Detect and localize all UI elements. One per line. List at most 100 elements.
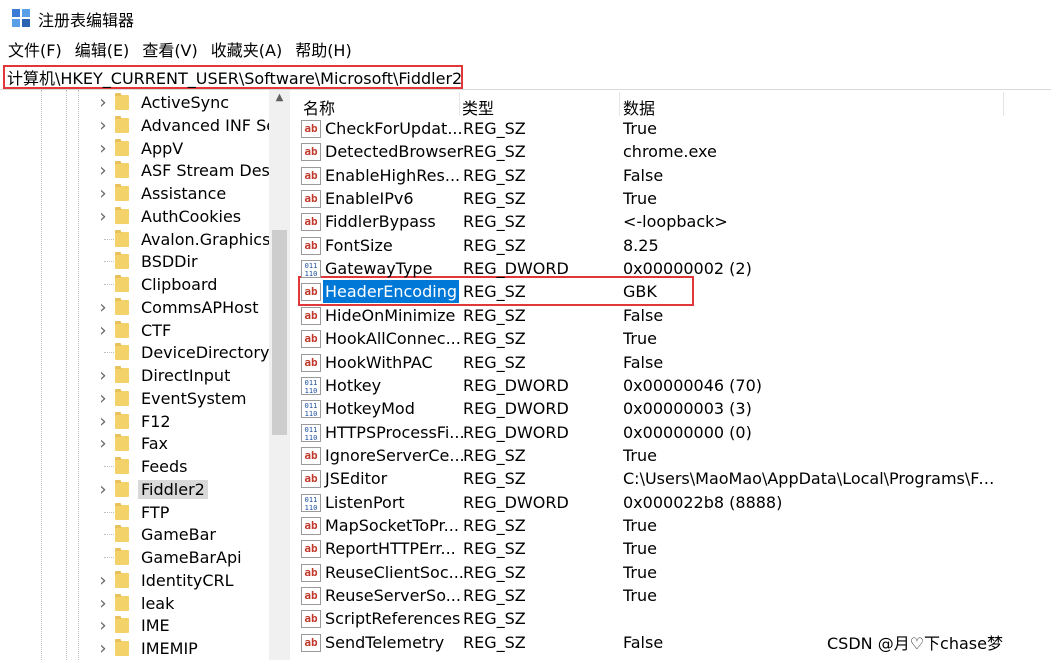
chevron-right-icon[interactable]: ›: [96, 411, 110, 432]
tree-item[interactable]: › F12: [96, 410, 174, 433]
chevron-right-icon[interactable]: ›: [96, 320, 110, 341]
value-row[interactable]: 011 110 HTTPSProcessFi... REG_DWORD 0x000000…: [292, 421, 1051, 444]
value-row[interactable]: ab HookAllConnec... REG_SZ True: [292, 327, 1051, 350]
tree-item[interactable]: › IME: [96, 614, 173, 637]
chevron-right-icon[interactable]: ›: [96, 183, 110, 204]
chevron-right-icon[interactable]: ›: [96, 206, 110, 227]
chevron-right-icon[interactable]: ›: [96, 433, 110, 454]
tree-item[interactable]: › EventSystem: [96, 387, 250, 410]
value-row[interactable]: ab FiddlerBypass REG_SZ <-loopback>: [292, 210, 1051, 233]
value-row[interactable]: ab HideOnMinimize REG_SZ False: [292, 304, 1051, 327]
string-value-icon: ab: [301, 633, 321, 652]
chevron-right-icon[interactable]: ›: [96, 638, 110, 659]
value-data: True: [623, 329, 657, 349]
value-type: REG_SZ: [463, 142, 526, 162]
value-row[interactable]: ab EnableHighRes... REG_SZ False: [292, 164, 1051, 187]
address-bar[interactable]: 计算机\HKEY_CURRENT_USER\Software\Microsoft…: [3, 65, 463, 89]
tree-item[interactable]: › ActiveSync: [96, 91, 232, 114]
value-row[interactable]: ab EnableIPv6 REG_SZ True: [292, 187, 1051, 210]
tree-item[interactable]: › IdentityCRL: [96, 569, 237, 592]
tree-item[interactable]: › Fax: [96, 432, 171, 455]
tree-item[interactable]: › IMEMIP: [96, 637, 201, 660]
value-row[interactable]: ab CheckForUpdat... REG_SZ True: [292, 117, 1051, 140]
folder-icon: [115, 138, 129, 156]
value-row[interactable]: 011 110 HotkeyMod REG_DWORD 0x00000003 (3): [292, 397, 1051, 420]
value-row[interactable]: ab ReuseClientSoc... REG_SZ True: [292, 561, 1051, 584]
chevron-right-icon[interactable]: ›: [96, 593, 110, 614]
column-header-name[interactable]: 名称: [303, 95, 335, 119]
registry-editor-icon: [12, 9, 32, 29]
tree-item[interactable]: › Advanced INF Se: [96, 114, 279, 137]
binary-value-icon: 011 110: [301, 423, 321, 442]
value-row[interactable]: ab ScriptReferences REG_SZ: [292, 607, 1051, 630]
value-row[interactable]: 011 110 GatewayType REG_DWORD 0x00000002 (2): [292, 257, 1051, 280]
menu-item[interactable]: 文件(F): [0, 38, 67, 64]
chevron-right-icon[interactable]: ›: [96, 92, 110, 113]
tree-item[interactable]: › DirectInput: [96, 364, 233, 387]
value-row[interactable]: ab ReuseServerSo... REG_SZ True: [292, 584, 1051, 607]
tree-item-label: GameBar: [141, 525, 216, 545]
tree-item-label: Fax: [141, 434, 169, 454]
chevron-right-icon[interactable]: ›: [96, 160, 110, 181]
tree-item-label: IME: [141, 616, 170, 636]
chevron-right-icon[interactable]: ›: [96, 365, 110, 386]
value-type: REG_SZ: [463, 352, 526, 372]
column-header-type[interactable]: 类型: [462, 95, 494, 119]
value-row[interactable]: ab JSEditor REG_SZ C:\Users\MaoMao\AppData\…: [292, 467, 1051, 490]
menu-item[interactable]: 查看(V): [134, 38, 202, 64]
scrollbar-thumb[interactable]: [272, 230, 287, 435]
tree-scrollbar[interactable]: ▲: [269, 90, 290, 660]
chevron-right-icon[interactable]: ›: [96, 138, 110, 159]
value-data: False: [623, 165, 664, 185]
string-value-icon: ab: [301, 330, 321, 349]
tree-item[interactable]: › CTF: [96, 319, 174, 342]
chevron-right-icon[interactable]: ›: [96, 115, 110, 136]
folder-icon: [115, 457, 129, 474]
tree-item[interactable]: › leak: [96, 592, 177, 615]
tree-item[interactable]: GameBar: [96, 523, 219, 546]
tree-item[interactable]: GameBarApi: [96, 546, 245, 569]
tree-item[interactable]: › Fiddler2: [96, 478, 208, 501]
column-divider[interactable]: [459, 92, 460, 116]
value-type: REG_SZ: [463, 609, 526, 629]
value-row[interactable]: 011 110 ListenPort REG_DWORD 0x000022b8 (888…: [292, 491, 1051, 514]
folder-icon: [115, 616, 129, 634]
value-row[interactable]: ab HookWithPAC REG_SZ False: [292, 351, 1051, 374]
value-row[interactable]: 011 110 Hotkey REG_DWORD 0x00000046 (70): [292, 374, 1051, 397]
folder-icon: [115, 184, 129, 201]
tree-item[interactable]: Avalon.Graphics: [96, 228, 273, 251]
menu-item[interactable]: 帮助(H): [287, 38, 357, 64]
values-list[interactable]: 名称 类型 数据 ab CheckForUpdat... REG_SZ True ab D…: [292, 90, 1051, 660]
value-row[interactable]: ab IgnoreServerCe... REG_SZ True: [292, 444, 1051, 467]
value-row[interactable]: ab MapSocketToPr... REG_SZ True: [292, 514, 1051, 537]
column-header-data[interactable]: 数据: [623, 95, 655, 119]
address-path[interactable]: 计算机\HKEY_CURRENT_USER\Software\Microsoft…: [5, 65, 462, 89]
menu-item[interactable]: 编辑(E): [67, 38, 135, 64]
string-value-icon: ab: [301, 610, 321, 629]
column-divider[interactable]: [619, 92, 620, 116]
menu-item[interactable]: 收藏夹(A): [203, 38, 287, 64]
value-row[interactable]: ab DetectedBrowser REG_SZ chrome.exe: [292, 140, 1051, 163]
chevron-right-icon[interactable]: ›: [96, 615, 110, 636]
chevron-right-icon[interactable]: ›: [96, 297, 110, 318]
tree-item[interactable]: › AppV: [96, 137, 186, 160]
scroll-up-arrow-icon[interactable]: ▲: [269, 92, 290, 108]
value-row[interactable]: ab ReportHTTPErr... REG_SZ True: [292, 537, 1051, 560]
chevron-right-icon[interactable]: ›: [96, 388, 110, 409]
tree-item[interactable]: › ASF Stream Desc: [96, 159, 282, 182]
tree-item[interactable]: › CommsAPHost: [96, 296, 262, 319]
column-divider[interactable]: [1003, 92, 1004, 116]
key-tree[interactable]: › ActiveSync › Advanced INF Se › AppV › ASF Str…: [0, 90, 290, 660]
chevron-right-icon[interactable]: ›: [96, 570, 110, 591]
tree-item[interactable]: › Assistance: [96, 182, 229, 205]
string-value-icon: ab: [301, 120, 321, 138]
value-row[interactable]: ab FontSize REG_SZ 8.25: [292, 234, 1051, 257]
value-row[interactable]: ab HeaderEncoding REG_SZ GBK: [292, 280, 1051, 304]
tree-item[interactable]: › AuthCookies: [96, 205, 244, 228]
title-bar: 注册表编辑器: [0, 0, 1051, 38]
tree-item-label: GameBarApi: [141, 548, 242, 567]
tree-item[interactable]: Clipboard: [96, 273, 220, 296]
string-value-icon: ab: [301, 283, 321, 302]
chevron-right-icon[interactable]: ›: [96, 479, 110, 500]
tree-item[interactable]: DeviceDirectory: [96, 341, 272, 364]
